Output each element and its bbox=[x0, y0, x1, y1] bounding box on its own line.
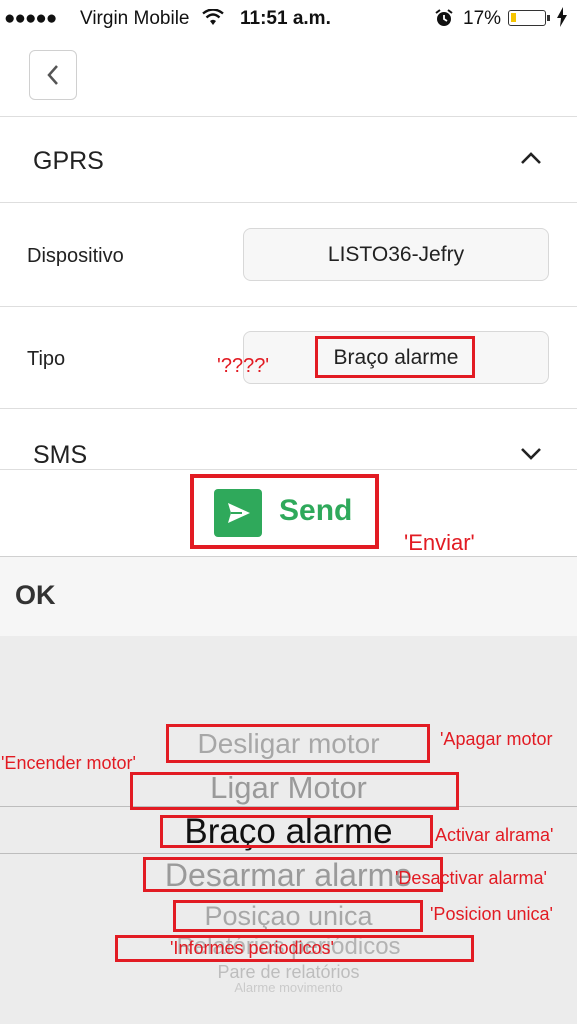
section-title-gprs: GPRS bbox=[33, 147, 104, 175]
battery-level-fill bbox=[511, 13, 516, 22]
divider bbox=[0, 306, 577, 307]
divider bbox=[0, 202, 577, 203]
divider bbox=[0, 469, 577, 470]
annotation-send: 'Enviar' bbox=[404, 530, 475, 555]
wifi-icon bbox=[202, 8, 224, 33]
ok-button[interactable]: OK bbox=[15, 580, 56, 611]
battery-icon bbox=[508, 10, 550, 26]
annotation-box-desligar bbox=[166, 724, 430, 763]
chevron-down-icon bbox=[520, 444, 542, 467]
divider bbox=[0, 116, 577, 117]
back-button[interactable] bbox=[29, 50, 77, 100]
battery-percent: 17% bbox=[463, 8, 502, 29]
annotation-box-ligar bbox=[130, 772, 459, 810]
alarm-clock-icon bbox=[434, 8, 454, 34]
device-field[interactable]: LISTO36-Jefry bbox=[243, 228, 549, 281]
chevron-left-icon bbox=[47, 65, 58, 85]
device-label: Dispositivo bbox=[27, 245, 124, 267]
annotation-relatorios: 'Informes periodicos' bbox=[170, 938, 334, 958]
divider bbox=[0, 408, 577, 409]
annotation-type: '????' bbox=[217, 355, 270, 377]
picker-selection-line-bottom bbox=[0, 853, 577, 854]
annotation-box-braco bbox=[160, 815, 433, 848]
annotation-posicao: 'Posicion unica' bbox=[430, 904, 553, 924]
annotation-ligar: 'Encender motor' bbox=[1, 753, 136, 773]
section-title-sms: SMS bbox=[33, 441, 88, 469]
annotation-desligar: 'Apagar motor bbox=[440, 729, 553, 749]
annotation-desarmar: 'Desactivar alarma' bbox=[395, 868, 547, 888]
device-value: LISTO36-Jefry bbox=[327, 242, 465, 266]
picker-option[interactable]: Alarme movimento bbox=[0, 980, 577, 995]
type-label: Tipo bbox=[27, 348, 66, 370]
send-label: Send bbox=[279, 494, 353, 527]
status-bar: ●●●●● Virgin Mobile 11:51 a.m. 17% bbox=[0, 0, 577, 38]
annotation-braco: Activar alrama' bbox=[435, 825, 554, 845]
carrier-name: Virgin Mobile bbox=[80, 8, 190, 29]
annotation-box-type bbox=[315, 336, 475, 378]
send-icon bbox=[214, 489, 262, 537]
clock-time: 11:51 a.m. bbox=[240, 8, 331, 29]
charging-bolt-icon bbox=[556, 7, 568, 33]
picker-toolbar bbox=[0, 556, 577, 636]
annotation-box-posicao bbox=[173, 900, 423, 932]
signal-strength-icon: ●●●●● bbox=[4, 8, 57, 29]
chevron-up-icon bbox=[520, 148, 542, 171]
